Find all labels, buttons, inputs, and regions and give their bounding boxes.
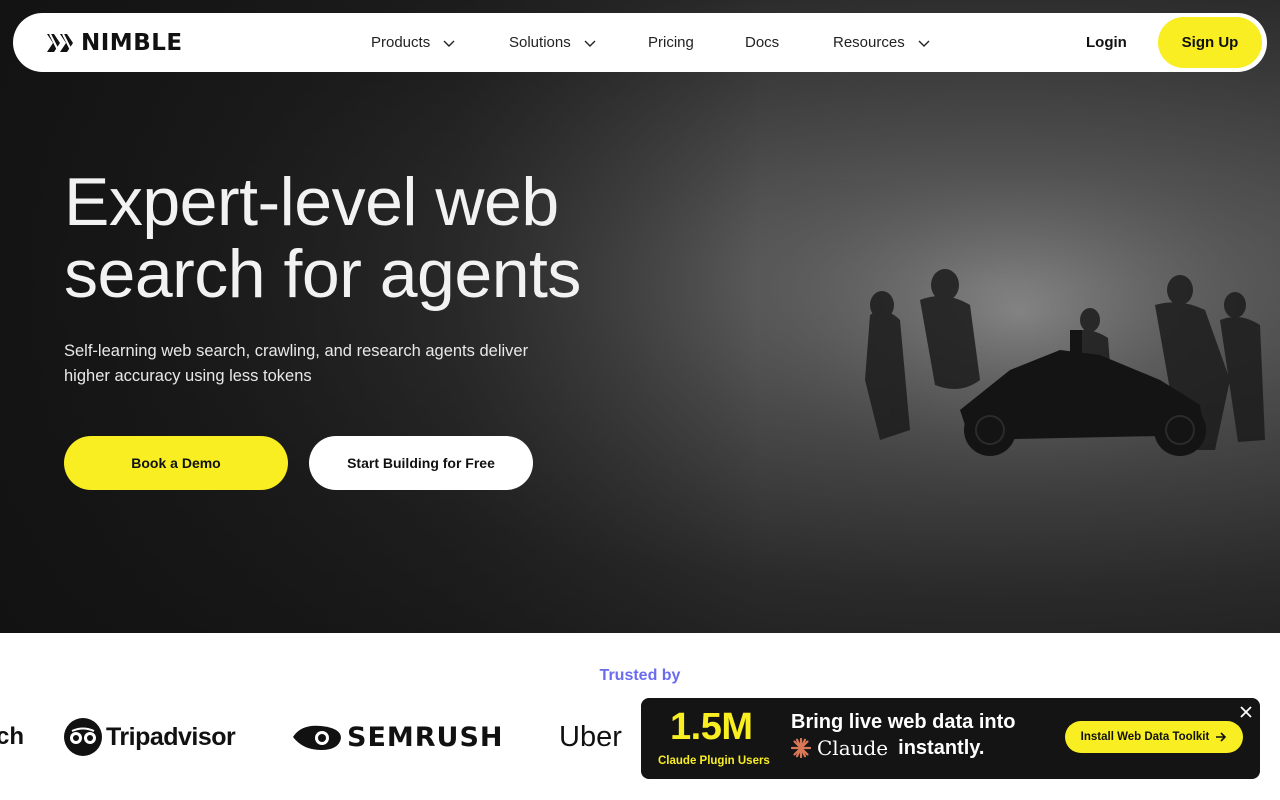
- hero-headline-line1: Expert-level web: [64, 164, 559, 240]
- nav-item-docs[interactable]: Docs: [745, 13, 779, 72]
- nimble-logo-icon: [47, 33, 73, 53]
- promo-title-line2: Claude instantly.: [791, 736, 984, 760]
- tripadvisor-owl-icon: [64, 718, 102, 756]
- nav-item-pricing[interactable]: Pricing: [648, 13, 694, 72]
- claude-wordmark: Claude: [817, 736, 889, 760]
- tripadvisor-logo: Tripadvisor: [64, 712, 236, 762]
- semrush-wordmark: SEMRUSH: [347, 721, 504, 753]
- tripadvisor-wordmark: Tripadvisor: [106, 722, 236, 751]
- start-building-free-button[interactable]: Start Building for Free: [309, 436, 533, 490]
- semrush-flame-icon: [293, 725, 341, 750]
- hero-subhead-line1: Self-learning web search, crawling, and …: [64, 342, 529, 360]
- nav-item-resources[interactable]: Resources: [833, 13, 931, 72]
- chevron-down-icon: [918, 40, 930, 47]
- promo-stat-label: Claude Plugin Users: [658, 755, 770, 767]
- book-demo-button[interactable]: Book a Demo: [64, 436, 288, 490]
- hero-headline-line2: search for agents: [64, 236, 581, 312]
- chevron-down-icon: [443, 40, 455, 47]
- uber-logo: Uber: [559, 712, 622, 762]
- nav-item-products[interactable]: Products: [371, 13, 456, 72]
- nimble-logo[interactable]: NIMBLE: [46, 30, 183, 56]
- arrow-right-icon: [1216, 732, 1227, 742]
- claude-starburst-icon: [791, 738, 811, 758]
- trusted-by-label: Trusted by: [599, 667, 681, 684]
- login-link[interactable]: Login: [1086, 13, 1127, 72]
- hero-section: Expert-level web search for agents Self-…: [0, 0, 1280, 633]
- hero-gradient-overlay: [0, 0, 760, 633]
- semrush-logo: SEMRUSH: [291, 712, 504, 762]
- nav-item-label: Pricing: [648, 34, 694, 51]
- hero-headline: Expert-level web search for agents: [64, 166, 684, 310]
- nav-item-label: Resources: [833, 34, 905, 51]
- claude-plugin-promo-banner: 1.5M Claude Plugin Users Bring live web …: [641, 698, 1260, 779]
- promo-cta-label: Install Web Data Toolkit: [1080, 731, 1210, 743]
- partial-customer-logo: ch: [0, 712, 24, 762]
- hero-image-pit-crew: [760, 180, 1280, 510]
- promo-title-suffix: instantly.: [898, 736, 985, 759]
- nav-item-label: Solutions: [509, 34, 571, 51]
- promo-title-line1: Bring live web data into: [791, 711, 1016, 733]
- top-navbar: NIMBLE Products Solutions Pricing Docs R…: [13, 13, 1267, 72]
- nimble-logo-text: NIMBLE: [81, 30, 183, 56]
- signup-button[interactable]: Sign Up: [1158, 17, 1262, 68]
- nav-item-label: Docs: [745, 34, 780, 51]
- install-web-data-toolkit-button[interactable]: Install Web Data Toolkit: [1065, 721, 1243, 753]
- partial-logo-text: ch: [0, 723, 25, 750]
- hero-subheadline: Self-learning web search, crawling, and …: [64, 339, 564, 389]
- chevron-down-icon: [584, 40, 596, 47]
- nav-item-solutions[interactable]: Solutions: [509, 13, 597, 72]
- promo-stat-value: 1.5M: [670, 706, 753, 748]
- nav-item-label: Products: [371, 34, 431, 51]
- close-icon[interactable]: [1238, 704, 1254, 720]
- uber-wordmark: Uber: [559, 720, 622, 753]
- hero-subhead-line2: higher accuracy using less tokens: [64, 367, 312, 385]
